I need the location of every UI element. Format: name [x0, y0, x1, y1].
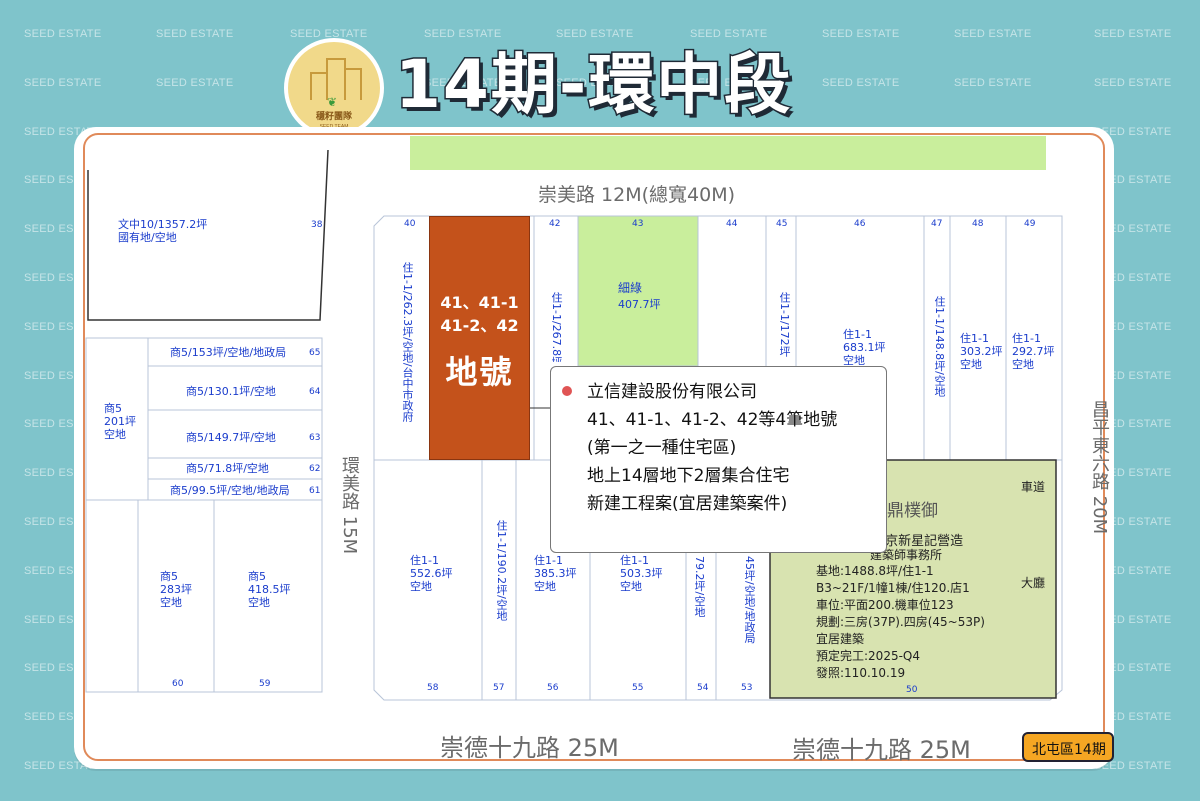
parcel-46-label-1: 住1-1 [843, 328, 872, 341]
parcel-40-label: 住1-1/262.3坪/空地/台中市政府 [401, 262, 414, 422]
parcel-49-label-1: 住1-1 [1012, 332, 1041, 345]
info-line-company: 立信建設股份有限公司 [587, 382, 757, 402]
district-badge: 北屯區14期 [1022, 732, 1114, 762]
parcel-38-label-1: 文中10/1357.2坪 [118, 218, 208, 231]
parcel-west-label-2: 201坪 [104, 415, 136, 428]
parcel-49-number: 49 [1024, 219, 1036, 229]
parcel-50-number: 50 [906, 685, 918, 695]
parcel-65-number: 65 [309, 348, 321, 358]
parcel-55-label-1: 住1-1 [620, 554, 649, 567]
parcel-56-label-2: 385.3坪 [534, 567, 577, 580]
parcel-56-label-3: 空地 [534, 580, 556, 593]
parcel-west-label-3: 空地 [104, 428, 126, 441]
greenbelt-strip [410, 136, 1046, 170]
parcel-46-number: 46 [854, 219, 866, 229]
parcel-55-number: 55 [632, 683, 644, 693]
parcel-46-label-2: 683.1坪 [843, 341, 886, 354]
road-west: 環美路 15M [339, 456, 360, 555]
parcel-56-label-1: 住1-1 [534, 554, 563, 567]
road-south-left: 崇德十九路 25M [440, 734, 619, 762]
parcel-61-label: 商5/99.5坪/空地/地政局 [170, 484, 290, 497]
parcel-58-label-1: 住1-1 [410, 554, 439, 567]
parcel-48-label-1: 住1-1 [960, 332, 989, 345]
parcel-47-label: 住1-1/148.8坪/空地 [933, 296, 946, 397]
project-completion: 預定完工:2025-Q4 [816, 649, 920, 663]
parcel-59-number: 59 [259, 679, 271, 689]
project-floors: B3~21F/1幢1棟/住120.店1 [816, 581, 970, 595]
parcel-57-label: 住1-1/190.2坪/空地 [495, 520, 508, 621]
parcel-53-number: 53 [741, 683, 753, 693]
parcel-48-number: 48 [972, 219, 984, 229]
parcel-43-number: 43 [632, 219, 644, 229]
parcel-65-label: 商5/153坪/空地/地政局 [170, 346, 287, 359]
driveway-label: 車道 [1021, 480, 1046, 494]
parcel-48-label-2: 303.2坪 [960, 345, 1003, 358]
info-line-project: 新建工程案(宜居建築案件) [587, 494, 788, 514]
parcel-57-number: 57 [493, 683, 505, 693]
parcel-59-label-1: 商5 [248, 570, 266, 583]
parcel-58-label-3: 空地 [410, 580, 432, 593]
parcel-38-number: 38 [311, 220, 323, 230]
parcel-42-number: 42 [549, 219, 561, 229]
road-east: 昌平東六路 20M [1089, 400, 1110, 535]
parcel-43-label-2: 407.7坪 [618, 298, 661, 311]
road-north: 崇美路 12M(總寬40M) [538, 184, 736, 206]
project-parking: 車位:平面200.機車位123 [816, 598, 954, 612]
parcel-55-label-2: 503.3坪 [620, 567, 663, 580]
parcel-63-number: 63 [309, 433, 321, 443]
info-line-floors: 地上14層地下2層集合住宅 [587, 466, 790, 486]
lot-line-1: 41、41-1 [440, 293, 519, 312]
parcel-47-number: 47 [931, 219, 943, 229]
parcel-43-label-1: 細綠 [618, 281, 643, 295]
info-line-lots: 41、41-1、41-2、42等4筆地號 [587, 410, 838, 430]
parcel-54-number: 54 [697, 683, 709, 693]
parcel-west-label-1: 商5 [104, 402, 122, 415]
parcel-42-label: 住1-1/267.8坪 [550, 292, 563, 362]
parcel-60-number: 60 [172, 679, 184, 689]
parcel-60-label-2: 283坪 [160, 583, 192, 596]
project-type: 宜居建築 [816, 632, 865, 646]
lower-left-block [85, 499, 323, 693]
info-callout: 立信建設股份有限公司 41、41-1、41-2、42等4筆地號 (第一之一種住宅… [550, 366, 887, 553]
parcel-49-label-3: 空地 [1012, 358, 1034, 371]
lobby-label: 大廳 [1021, 576, 1046, 590]
parcel-60-label-1: 商5 [160, 570, 178, 583]
parcel-58-number: 58 [427, 683, 439, 693]
parcel-54-label: 79.2坪/空地 [693, 556, 706, 618]
parcel-44-number: 44 [726, 219, 738, 229]
parcel-62-number: 62 [309, 464, 321, 474]
parcel-45-label: 住1-1/172坪 [778, 292, 791, 357]
lot-line-3: 地號 [445, 353, 514, 391]
parcel-49-label-2: 292.7坪 [1012, 345, 1055, 358]
highlight-lot[interactable]: 41、41-1 41-2、42 地號 [429, 216, 530, 460]
road-south-right: 崇德十九路 25M [792, 736, 971, 764]
parcel-59-label-3: 空地 [248, 596, 270, 609]
parcel-64-number: 64 [309, 387, 321, 397]
info-line-zone: (第一之一種住宅區) [587, 438, 737, 458]
parcel-55-label-3: 空地 [620, 580, 642, 593]
parcel-48-label-3: 空地 [960, 358, 982, 371]
bullet-icon [562, 386, 572, 396]
parcel-63-label: 商5/149.7坪/空地 [186, 431, 276, 444]
parcel-53-label: 45坪/空地/地政局 [743, 556, 756, 644]
parcel-64-label: 商5/130.1坪/空地 [186, 385, 276, 398]
lot-line-2: 41-2、42 [440, 316, 519, 335]
parcel-58-label-2: 552.6坪 [410, 567, 453, 580]
project-permit: 發照:110.10.19 [816, 666, 906, 680]
parcel-61-number: 61 [309, 486, 321, 496]
parcel-38-label-2: 國有地/空地 [118, 231, 177, 244]
parcel-62-label: 商5/71.8坪/空地 [186, 462, 269, 475]
parcel-56-number: 56 [547, 683, 559, 693]
parcel-59-label-2: 418.5坪 [248, 583, 291, 596]
parcel-40-number: 40 [404, 219, 416, 229]
parcel-45-number: 45 [776, 219, 788, 229]
project-plan: 規劃:三房(37P).四房(45~53P) [816, 615, 985, 629]
parcel-60-label-3: 空地 [160, 596, 182, 609]
project-site: 基地:1488.8坪/住1-1 [816, 564, 934, 578]
